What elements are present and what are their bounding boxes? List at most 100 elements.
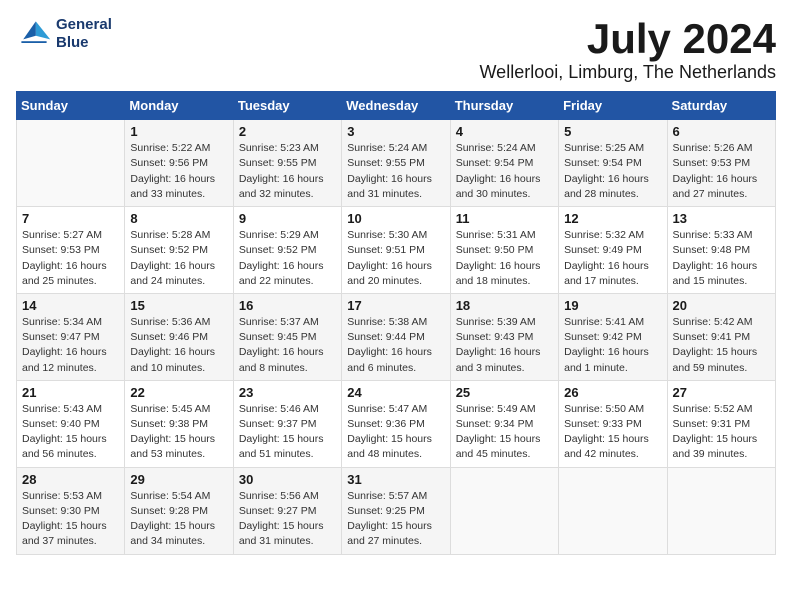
calendar-cell: 20 Sunrise: 5:42 AM Sunset: 9:41 PM Dayli… <box>667 293 775 380</box>
day-number: 10 <box>347 211 444 226</box>
calendar-cell: 2Sunrise: 5:23 AM Sunset: 9:55 PM Daylig… <box>233 120 341 207</box>
day-number: 2 <box>239 124 336 139</box>
day-info: Sunrise: 5:24 AM Sunset: 9:54 PM Dayligh… <box>456 141 553 202</box>
day-info: Sunrise: 5:22 AM Sunset: 9:56 PM Dayligh… <box>130 141 227 202</box>
day-number: 24 <box>347 385 444 400</box>
calendar-cell: 17Sunrise: 5:38 AM Sunset: 9:44 PM Dayli… <box>342 293 450 380</box>
logo-text: General Blue <box>56 16 112 52</box>
calendar-cell: 28 Sunrise: 5:53 AM Sunset: 9:30 PM Dayli… <box>17 467 125 554</box>
day-info: Sunrise: 5:46 AM Sunset: 9:37 PM Dayligh… <box>239 402 336 463</box>
day-info: Sunrise: 5:29 AM Sunset: 9:52 PM Dayligh… <box>239 228 336 289</box>
day-info: Sunrise: 5:30 AM Sunset: 9:51 PM Dayligh… <box>347 228 444 289</box>
day-number: 20 <box>673 298 770 313</box>
weekday-header-monday: Monday <box>125 92 233 120</box>
day-info: Sunrise: 5:38 AM Sunset: 9:44 PM Dayligh… <box>347 315 444 376</box>
day-info: Sunrise: 5:34 AM Sunset: 9:47 PM Dayligh… <box>22 315 119 376</box>
day-info: Sunrise: 5:53 AM Sunset: 9:30 PM Dayligh… <box>22 489 119 550</box>
day-number: 9 <box>239 211 336 226</box>
day-number: 8 <box>130 211 227 226</box>
day-info: Sunrise: 5:24 AM Sunset: 9:55 PM Dayligh… <box>347 141 444 202</box>
day-number: 3 <box>347 124 444 139</box>
calendar-cell: 4 Sunrise: 5:24 AM Sunset: 9:54 PM Daylig… <box>450 120 558 207</box>
day-info: Sunrise: 5:52 AM Sunset: 9:31 PM Dayligh… <box>673 402 770 463</box>
day-number: 18 <box>456 298 553 313</box>
day-number: 23 <box>239 385 336 400</box>
day-info: Sunrise: 5:56 AM Sunset: 9:27 PM Dayligh… <box>239 489 336 550</box>
week-row-3: 14 Sunrise: 5:34 AM Sunset: 9:47 PM Dayli… <box>17 293 776 380</box>
location-subtitle: Wellerlooi, Limburg, The Netherlands <box>480 62 776 83</box>
day-info: Sunrise: 5:45 AM Sunset: 9:38 PM Dayligh… <box>130 402 227 463</box>
calendar-cell: 30 Sunrise: 5:56 AM Sunset: 9:27 PM Dayli… <box>233 467 341 554</box>
day-number: 21 <box>22 385 119 400</box>
calendar-cell: 7Sunrise: 5:27 AM Sunset: 9:53 PM Daylig… <box>17 207 125 294</box>
calendar-cell: 3 Sunrise: 5:24 AM Sunset: 9:55 PM Daylig… <box>342 120 450 207</box>
day-info: Sunrise: 5:28 AM Sunset: 9:52 PM Dayligh… <box>130 228 227 289</box>
day-number: 1 <box>130 124 227 139</box>
day-number: 12 <box>564 211 661 226</box>
day-number: 29 <box>130 472 227 487</box>
calendar-cell: 13 Sunrise: 5:33 AM Sunset: 9:48 PM Dayli… <box>667 207 775 294</box>
calendar-cell: 26 Sunrise: 5:50 AM Sunset: 9:33 PM Dayli… <box>559 380 667 467</box>
day-number: 5 <box>564 124 661 139</box>
day-info: Sunrise: 5:41 AM Sunset: 9:42 PM Dayligh… <box>564 315 661 376</box>
calendar-cell: 6 Sunrise: 5:26 AM Sunset: 9:53 PM Daylig… <box>667 120 775 207</box>
day-info: Sunrise: 5:32 AM Sunset: 9:49 PM Dayligh… <box>564 228 661 289</box>
calendar-cell <box>559 467 667 554</box>
weekday-header-friday: Friday <box>559 92 667 120</box>
week-row-4: 21 Sunrise: 5:43 AM Sunset: 9:40 PM Dayli… <box>17 380 776 467</box>
day-number: 19 <box>564 298 661 313</box>
week-row-1: 1 Sunrise: 5:22 AM Sunset: 9:56 PM Daylig… <box>17 120 776 207</box>
logo: General Blue <box>16 16 112 52</box>
day-info: Sunrise: 5:36 AM Sunset: 9:46 PM Dayligh… <box>130 315 227 376</box>
weekday-header-sunday: Sunday <box>17 92 125 120</box>
day-number: 31 <box>347 472 444 487</box>
calendar-cell: 8 Sunrise: 5:28 AM Sunset: 9:52 PM Daylig… <box>125 207 233 294</box>
logo-icon <box>16 16 52 52</box>
weekday-header-row: SundayMondayTuesdayWednesdayThursdayFrid… <box>17 92 776 120</box>
day-number: 11 <box>456 211 553 226</box>
calendar-cell: 11 Sunrise: 5:31 AM Sunset: 9:50 PM Dayli… <box>450 207 558 294</box>
calendar-cell: 27 Sunrise: 5:52 AM Sunset: 9:31 PM Dayli… <box>667 380 775 467</box>
day-number: 25 <box>456 385 553 400</box>
calendar-cell: 18Sunrise: 5:39 AM Sunset: 9:43 PM Dayli… <box>450 293 558 380</box>
day-number: 28 <box>22 472 119 487</box>
calendar-table: SundayMondayTuesdayWednesdayThursdayFrid… <box>16 91 776 554</box>
weekday-header-saturday: Saturday <box>667 92 775 120</box>
calendar-cell: 16Sunrise: 5:37 AM Sunset: 9:45 PM Dayli… <box>233 293 341 380</box>
calendar-cell: 25 Sunrise: 5:49 AM Sunset: 9:34 PM Dayli… <box>450 380 558 467</box>
calendar-cell: 9 Sunrise: 5:29 AM Sunset: 9:52 PM Daylig… <box>233 207 341 294</box>
day-info: Sunrise: 5:54 AM Sunset: 9:28 PM Dayligh… <box>130 489 227 550</box>
day-info: Sunrise: 5:25 AM Sunset: 9:54 PM Dayligh… <box>564 141 661 202</box>
page-header: General Blue July 2024 Wellerlooi, Limbu… <box>16 16 776 83</box>
day-info: Sunrise: 5:31 AM Sunset: 9:50 PM Dayligh… <box>456 228 553 289</box>
calendar-cell: 31Sunrise: 5:57 AM Sunset: 9:25 PM Dayli… <box>342 467 450 554</box>
day-number: 30 <box>239 472 336 487</box>
day-number: 26 <box>564 385 661 400</box>
day-info: Sunrise: 5:50 AM Sunset: 9:33 PM Dayligh… <box>564 402 661 463</box>
day-number: 4 <box>456 124 553 139</box>
week-row-5: 28 Sunrise: 5:53 AM Sunset: 9:30 PM Dayli… <box>17 467 776 554</box>
day-info: Sunrise: 5:49 AM Sunset: 9:34 PM Dayligh… <box>456 402 553 463</box>
calendar-cell: 23 Sunrise: 5:46 AM Sunset: 9:37 PM Dayli… <box>233 380 341 467</box>
calendar-cell: 21 Sunrise: 5:43 AM Sunset: 9:40 PM Dayli… <box>17 380 125 467</box>
day-number: 6 <box>673 124 770 139</box>
day-number: 16 <box>239 298 336 313</box>
calendar-cell: 14 Sunrise: 5:34 AM Sunset: 9:47 PM Dayli… <box>17 293 125 380</box>
calendar-cell <box>667 467 775 554</box>
day-number: 14 <box>22 298 119 313</box>
calendar-cell: 29 Sunrise: 5:54 AM Sunset: 9:28 PM Dayli… <box>125 467 233 554</box>
day-number: 7 <box>22 211 119 226</box>
calendar-cell: 10 Sunrise: 5:30 AM Sunset: 9:51 PM Dayli… <box>342 207 450 294</box>
day-info: Sunrise: 5:42 AM Sunset: 9:41 PM Dayligh… <box>673 315 770 376</box>
day-info: Sunrise: 5:26 AM Sunset: 9:53 PM Dayligh… <box>673 141 770 202</box>
weekday-header-tuesday: Tuesday <box>233 92 341 120</box>
day-info: Sunrise: 5:33 AM Sunset: 9:48 PM Dayligh… <box>673 228 770 289</box>
day-number: 13 <box>673 211 770 226</box>
day-info: Sunrise: 5:47 AM Sunset: 9:36 PM Dayligh… <box>347 402 444 463</box>
weekday-header-wednesday: Wednesday <box>342 92 450 120</box>
day-number: 22 <box>130 385 227 400</box>
day-info: Sunrise: 5:43 AM Sunset: 9:40 PM Dayligh… <box>22 402 119 463</box>
calendar-cell: 1 Sunrise: 5:22 AM Sunset: 9:56 PM Daylig… <box>125 120 233 207</box>
day-number: 27 <box>673 385 770 400</box>
title-area: July 2024 Wellerlooi, Limburg, The Nethe… <box>480 16 776 83</box>
